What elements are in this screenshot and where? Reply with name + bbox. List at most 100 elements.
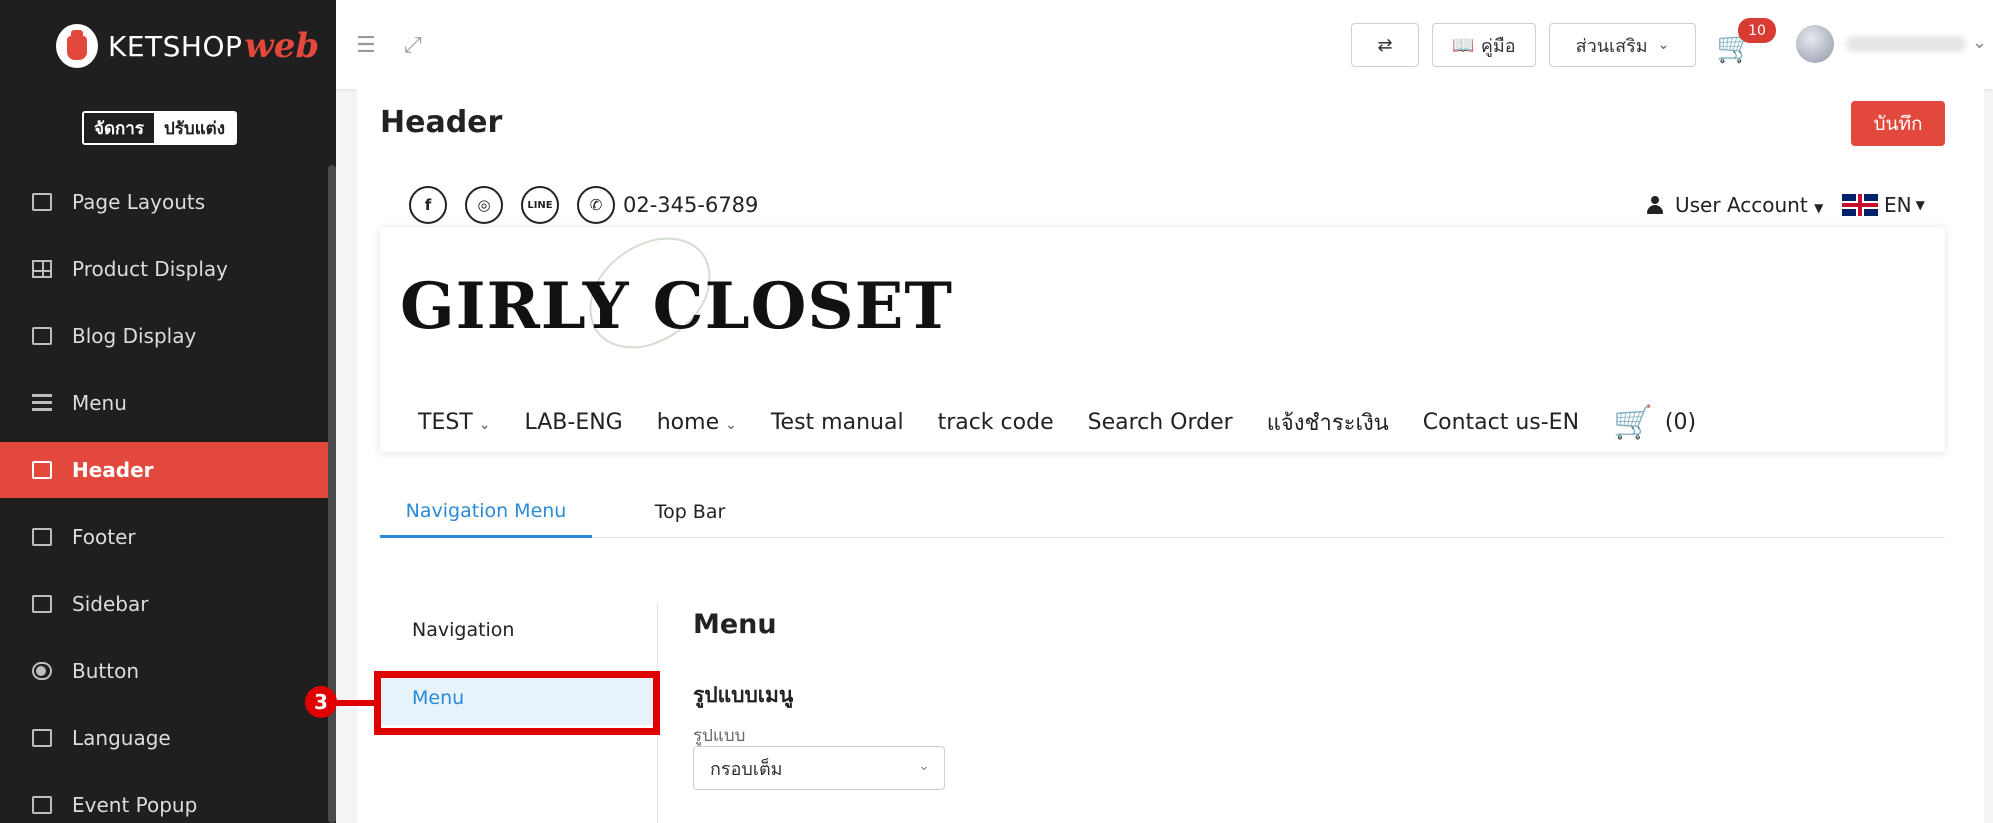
menu-item-label: TEST <box>418 409 473 435</box>
menu-icon <box>32 394 52 412</box>
save-button[interactable]: บันทึก <box>1851 101 1945 146</box>
preview-cart-count: (0) <box>1664 409 1697 435</box>
book-icon: 📖 <box>1452 34 1475 56</box>
language-icon <box>32 729 52 747</box>
settings-tabs: Navigation Menu Top Bar <box>380 486 1945 538</box>
menu-item-track-code[interactable]: track code <box>938 410 1054 435</box>
chevron-down-icon: ⌄ <box>918 758 930 774</box>
ketshop-logo[interactable]: KETSHOP web <box>56 24 319 68</box>
manual-button[interactable]: 📖 คู่มือ <box>1432 23 1536 67</box>
mode-manage-button[interactable]: จัดการ <box>84 113 154 143</box>
caret-down-icon: ▼ <box>1814 201 1824 215</box>
sidebar-item-header[interactable]: Header <box>0 442 328 498</box>
list-icon <box>32 327 52 345</box>
sidebar-item-page-layouts[interactable]: Page Layouts <box>0 174 328 230</box>
subnav-item-navigation[interactable]: Navigation <box>380 603 658 657</box>
logo-web-text: web <box>244 26 320 66</box>
menu-item-home[interactable]: home ⌄ <box>657 410 737 435</box>
menu-item-label: home <box>656 409 720 435</box>
menu-item-lab-eng[interactable]: LAB-ENG <box>524 410 622 435</box>
sidebar-item-label: Language <box>72 726 171 750</box>
line-icon[interactable]: LINE <box>521 186 559 224</box>
instagram-icon[interactable]: ◎ <box>465 186 503 224</box>
sidebar-item-label: Page Layouts <box>72 190 206 214</box>
menu-style-heading: รูปแบบเมนู <box>693 683 794 707</box>
style-field-label: รูปแบบ <box>693 726 746 746</box>
topbar: ☰ ⤢ ⇄ 📖 คู่มือ ส่วนเสริม ⌄ 🛒 10 ⌄ <box>336 0 1993 89</box>
step-connector <box>336 700 374 706</box>
avatar[interactable] <box>1796 25 1834 63</box>
highlight-box <box>374 671 660 735</box>
translate-button[interactable]: ⇄ <box>1351 23 1419 67</box>
menu-item-payment[interactable]: แจ้งชำระเงิน <box>1267 405 1389 440</box>
preview-menu: TEST ⌄ LAB-ENG home ⌄ Test manual track co… <box>418 403 1730 441</box>
menu-item-search-order[interactable]: Search Order <box>1088 410 1233 435</box>
chevron-down-icon[interactable]: ⌄ <box>1972 32 1987 53</box>
store-logo[interactable]: GIRLY CLOSET <box>400 269 953 344</box>
cart-icon: 🛒 <box>1613 403 1653 441</box>
language-label: EN <box>1884 193 1912 217</box>
sidebar-item-label: Blog Display <box>72 324 197 348</box>
menu-item-test[interactable]: TEST ⌄ <box>418 410 490 435</box>
header-icon <box>32 461 52 479</box>
chevron-down-icon: ⌄ <box>1657 37 1670 53</box>
sidebar: KETSHOP web จัดการ ปรับแต่ง Page Layouts… <box>0 0 336 823</box>
sidebar-item-label: Event Popup <box>72 793 198 817</box>
sidebar-item-label: Product Display <box>72 257 229 281</box>
fullscreen-icon[interactable]: ⤢ <box>404 33 422 58</box>
sidebar-item-button[interactable]: Button <box>0 643 328 699</box>
addons-dropdown[interactable]: ส่วนเสริม ⌄ <box>1549 23 1696 67</box>
user-icon <box>1647 196 1663 214</box>
toggle-icon <box>32 662 52 680</box>
tab-navigation-menu[interactable]: Navigation Menu <box>380 486 592 538</box>
logo-mark-icon <box>56 24 98 68</box>
sidebar-scrollbar[interactable] <box>328 165 336 823</box>
mode-customize-button[interactable]: ปรับแต่ง <box>153 113 235 143</box>
sidebar-item-product-display[interactable]: Product Display <box>0 241 328 297</box>
sidebar-item-language[interactable]: Language <box>0 710 328 766</box>
tab-top-bar[interactable]: Top Bar <box>625 486 755 538</box>
layout-icon <box>32 193 52 211</box>
page-title: Header <box>380 105 503 140</box>
sidebar-item-label: Footer <box>72 525 136 549</box>
user-account-label: User Account <box>1675 193 1808 217</box>
sidebar-item-event-popup[interactable]: Event Popup <box>0 777 328 823</box>
caret-down-icon: ▼ <box>1915 198 1925 212</box>
menu-item-contact[interactable]: Contact us-EN <box>1423 410 1579 435</box>
translate-icon: ⇄ <box>1377 34 1393 56</box>
cart-button[interactable]: 🛒 10 <box>1716 18 1786 68</box>
grid-icon <box>32 260 52 278</box>
section-title: Menu <box>693 609 777 640</box>
step-number-badge: 3 <box>305 686 337 718</box>
menu-style-value: กรอบเต็ม <box>710 758 783 780</box>
language-dropdown[interactable]: EN ▼ <box>1842 193 1925 217</box>
phone-icon[interactable]: ✆ <box>577 186 615 224</box>
logo-text: KETSHOP <box>108 29 243 63</box>
chevron-down-icon: ⌄ <box>478 416 491 433</box>
user-account-dropdown[interactable]: User Account ▼ <box>1647 193 1823 217</box>
manual-label: คู่มือ <box>1480 35 1516 57</box>
sidebar-nav: Page Layouts Product Display Blog Displa… <box>0 174 328 823</box>
collapse-sidebar-icon[interactable]: ☰ <box>356 33 376 58</box>
preview-cart[interactable]: 🛒 (0) <box>1613 403 1696 441</box>
chevron-down-icon: ⌄ <box>725 416 737 433</box>
phone-number: 02-345-6789 <box>623 193 759 217</box>
menu-item-test-manual[interactable]: Test manual <box>771 410 904 435</box>
facebook-icon[interactable]: f <box>409 186 447 224</box>
sidebar-icon <box>32 595 52 613</box>
uk-flag-icon <box>1842 194 1878 216</box>
sidebar-item-blog-display[interactable]: Blog Display <box>0 308 328 364</box>
header-preview: GIRLY CLOSET TEST ⌄ LAB-ENG home ⌄ Test ma… <box>380 223 1945 452</box>
sidebar-item-label: Menu <box>72 391 127 415</box>
addons-label: ส่วนเสริม <box>1575 35 1648 57</box>
sidebar-item-menu[interactable]: Menu <box>0 375 328 431</box>
cart-badge: 10 <box>1738 18 1776 43</box>
popup-icon <box>32 796 52 814</box>
footer-icon <box>32 528 52 546</box>
sidebar-item-label: Sidebar <box>72 592 149 616</box>
sidebar-item-footer[interactable]: Footer <box>0 509 328 565</box>
sidebar-item-label: Button <box>72 659 139 683</box>
sidebar-item-sidebar[interactable]: Sidebar <box>0 576 328 632</box>
user-name-redacted <box>1846 36 1966 52</box>
menu-style-select[interactable]: กรอบเต็ม ⌄ <box>693 746 945 790</box>
